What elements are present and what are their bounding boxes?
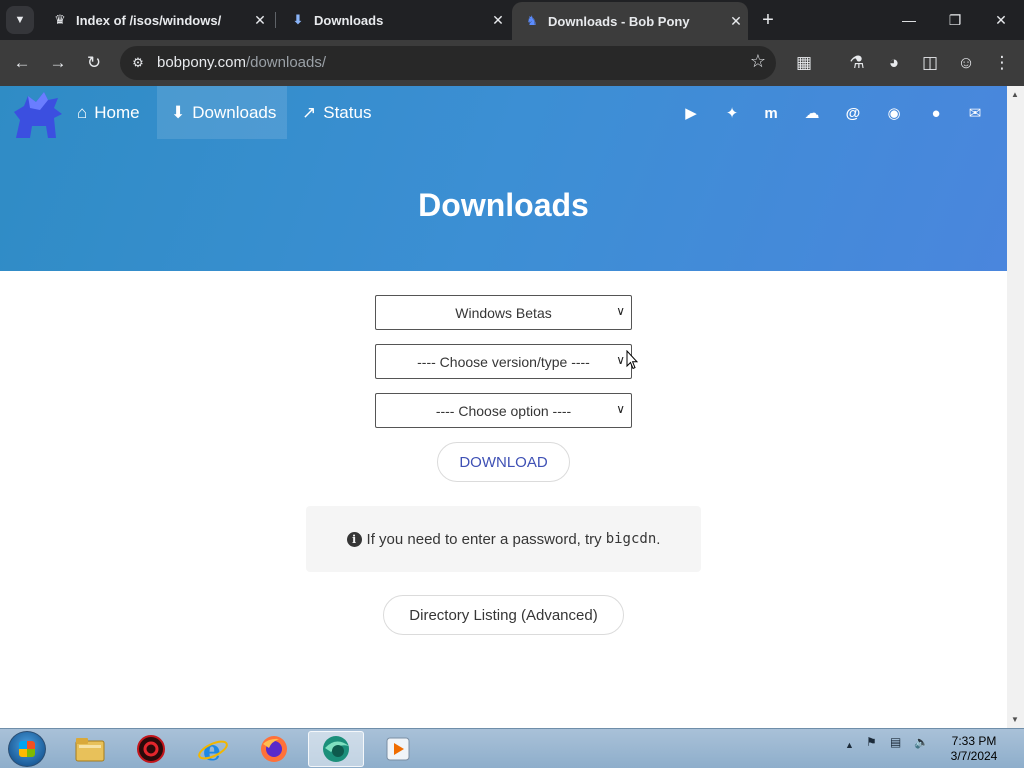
youtube-icon[interactable]: ▶ [680,102,702,124]
extension-badge-icon[interactable]: ◕ [880,49,908,77]
forward-button[interactable]: → [44,49,72,77]
profile-avatar-icon[interactable]: ☺ [952,49,980,77]
svg-text:e: e [203,734,221,765]
back-button[interactable]: ← [8,49,36,77]
tab-label: Downloads [314,12,384,28]
media-player-taskbar-button[interactable] [370,731,426,767]
network-icon[interactable]: ▤ [890,735,901,749]
internet-explorer-taskbar-button[interactable]: e [185,731,241,767]
clock-date: 3/7/2024 [950,749,998,763]
page-scrollbar[interactable]: ▲ ▼ [1007,86,1024,728]
close-window-button[interactable]: ✕ [978,0,1024,40]
page-title: Downloads [418,187,589,223]
home-icon: ⌂ [77,102,88,122]
url-text: bobpony.com/downloads/ [157,54,327,71]
option-select[interactable]: ---- Choose option ---- ∨ [375,393,632,428]
firefox-taskbar-button[interactable] [246,731,302,767]
nav-home[interactable]: ⌂ Home [63,86,154,139]
github-icon[interactable]: ● [925,102,947,124]
tab-separator [275,12,276,28]
nav-downloads-label: Downloads [192,102,277,122]
tab-label: Downloads - Bob Pony [548,13,690,29]
category-select-value: Windows Betas [455,304,552,321]
password-code: bigcdn [605,531,657,547]
system-clock[interactable]: 7:33 PM 3/7/2024 [944,734,1004,764]
address-bar[interactable]: ⚙ bobpony.com/downloads/ ☆ [120,46,776,80]
page-viewport: ⌂ Home ⬇ Downloads ↗ Status ▶ ✦ m ☁ @ ◉ … [0,86,1007,728]
chevron-down-icon: ∨ [616,402,625,416]
new-tab-button[interactable]: + [756,8,780,32]
volume-muted-icon[interactable]: 🔈 [914,735,929,749]
twitter-icon[interactable]: ✦ [721,102,743,124]
internet-explorer-icon: e [198,734,228,765]
bob-pony-logo[interactable] [10,90,64,140]
trend-icon: ↗ [302,102,317,122]
bookmark-star-icon[interactable]: ☆ [750,51,766,72]
restore-button[interactable]: ❐ [932,0,978,40]
browser-taskbar-button[interactable] [308,731,364,767]
site-info-icon[interactable]: ⚙ [128,53,148,73]
hero-banner: ⌂ Home ⬇ Downloads ↗ Status ▶ ✦ m ☁ @ ◉ … [0,86,1007,271]
start-button[interactable] [8,731,46,767]
nav-status[interactable]: ↗ Status [288,86,385,139]
discord-icon[interactable]: ◉ [883,102,905,124]
tab-downloads[interactable]: ⬇ Downloads ✕ [278,0,510,40]
notice-text: If you need to enter a password, try [366,530,602,548]
scroll-up-icon[interactable]: ▲ [1011,90,1019,99]
extensions-icon[interactable]: ▦ [790,49,818,77]
chevron-down-icon: ▼ [14,14,26,26]
browser-toolbar: ← → ↻ ⚙ bobpony.com/downloads/ ☆ ▦ ⚗ ◕ ◫… [0,40,1024,86]
tab-downloads-bob-pony[interactable]: ♞ Downloads - Bob Pony ✕ [512,2,748,40]
firefox-icon [261,736,287,762]
info-icon: i [346,531,362,547]
file-explorer-taskbar-button[interactable] [62,731,118,767]
download-icon: ⬇ [171,102,186,122]
reload-button[interactable]: ↻ [80,49,108,77]
action-center-flag-icon[interactable]: ⚑ [866,735,877,749]
side-panel-icon[interactable]: ◫ [916,49,944,77]
media-player-icon [386,737,410,761]
option-select-value: ---- Choose option ---- [435,402,572,419]
red-app-taskbar-button[interactable] [123,731,179,767]
tab-strip: ▼ ♛ Index of /isos/windows/ ✕ ⬇ Download… [0,0,1024,40]
category-select[interactable]: Windows Betas ∨ [375,295,632,330]
clock-time: 7:33 PM [951,734,997,748]
download-icon: ⬇ [292,12,304,27]
tab-label: Index of /isos/windows/ [76,12,222,28]
close-icon[interactable]: ✕ [724,13,748,30]
nav-status-label: Status [323,102,372,122]
scroll-down-icon[interactable]: ▼ [1011,715,1019,724]
nav-downloads[interactable]: ⬇ Downloads [157,86,287,139]
tab-index-isos[interactable]: ♛ Index of /isos/windows/ ✕ [40,0,272,40]
pony-icon: ♛ [54,12,66,27]
minimize-button[interactable]: — [886,0,932,40]
nav-home-label: Home [94,102,140,122]
pony-logo-icon: ♞ [526,13,538,28]
directory-listing-button[interactable]: Directory Listing (Advanced) [383,595,624,635]
menu-kebab-icon[interactable]: ⋮ [988,49,1016,77]
threads-icon[interactable]: @ [842,102,864,124]
mouse-cursor-icon [626,350,638,370]
notice-suffix: . [656,530,661,548]
close-icon[interactable]: ✕ [486,12,510,29]
cloud-icon[interactable]: ☁ [801,102,823,124]
show-hidden-icons-icon[interactable]: ▲ [845,740,854,750]
browser-app-icon [323,736,349,762]
labs-flask-icon[interactable]: ⚗ [843,49,871,77]
gear-badge-icon [137,735,165,763]
chevron-down-icon: ∨ [616,304,625,318]
tab-search-button[interactable]: ▼ [6,6,34,34]
chevron-down-icon: ∨ [616,353,625,367]
mastodon-icon[interactable]: m [760,102,782,124]
version-select-value: ---- Choose version/type ---- [417,353,590,370]
windows-taskbar: e ▲ ⚑ ▤ 🔈 7:33 PM 3/7/2024 [0,728,1024,768]
folder-icon [75,738,105,762]
close-icon[interactable]: ✕ [248,12,272,29]
password-notice: i If you need to enter a password, try bi… [306,506,701,572]
mail-icon[interactable]: ✉ [964,102,986,124]
version-select[interactable]: ---- Choose version/type ---- ∨ [375,344,632,379]
download-button[interactable]: DOWNLOAD [437,442,570,482]
